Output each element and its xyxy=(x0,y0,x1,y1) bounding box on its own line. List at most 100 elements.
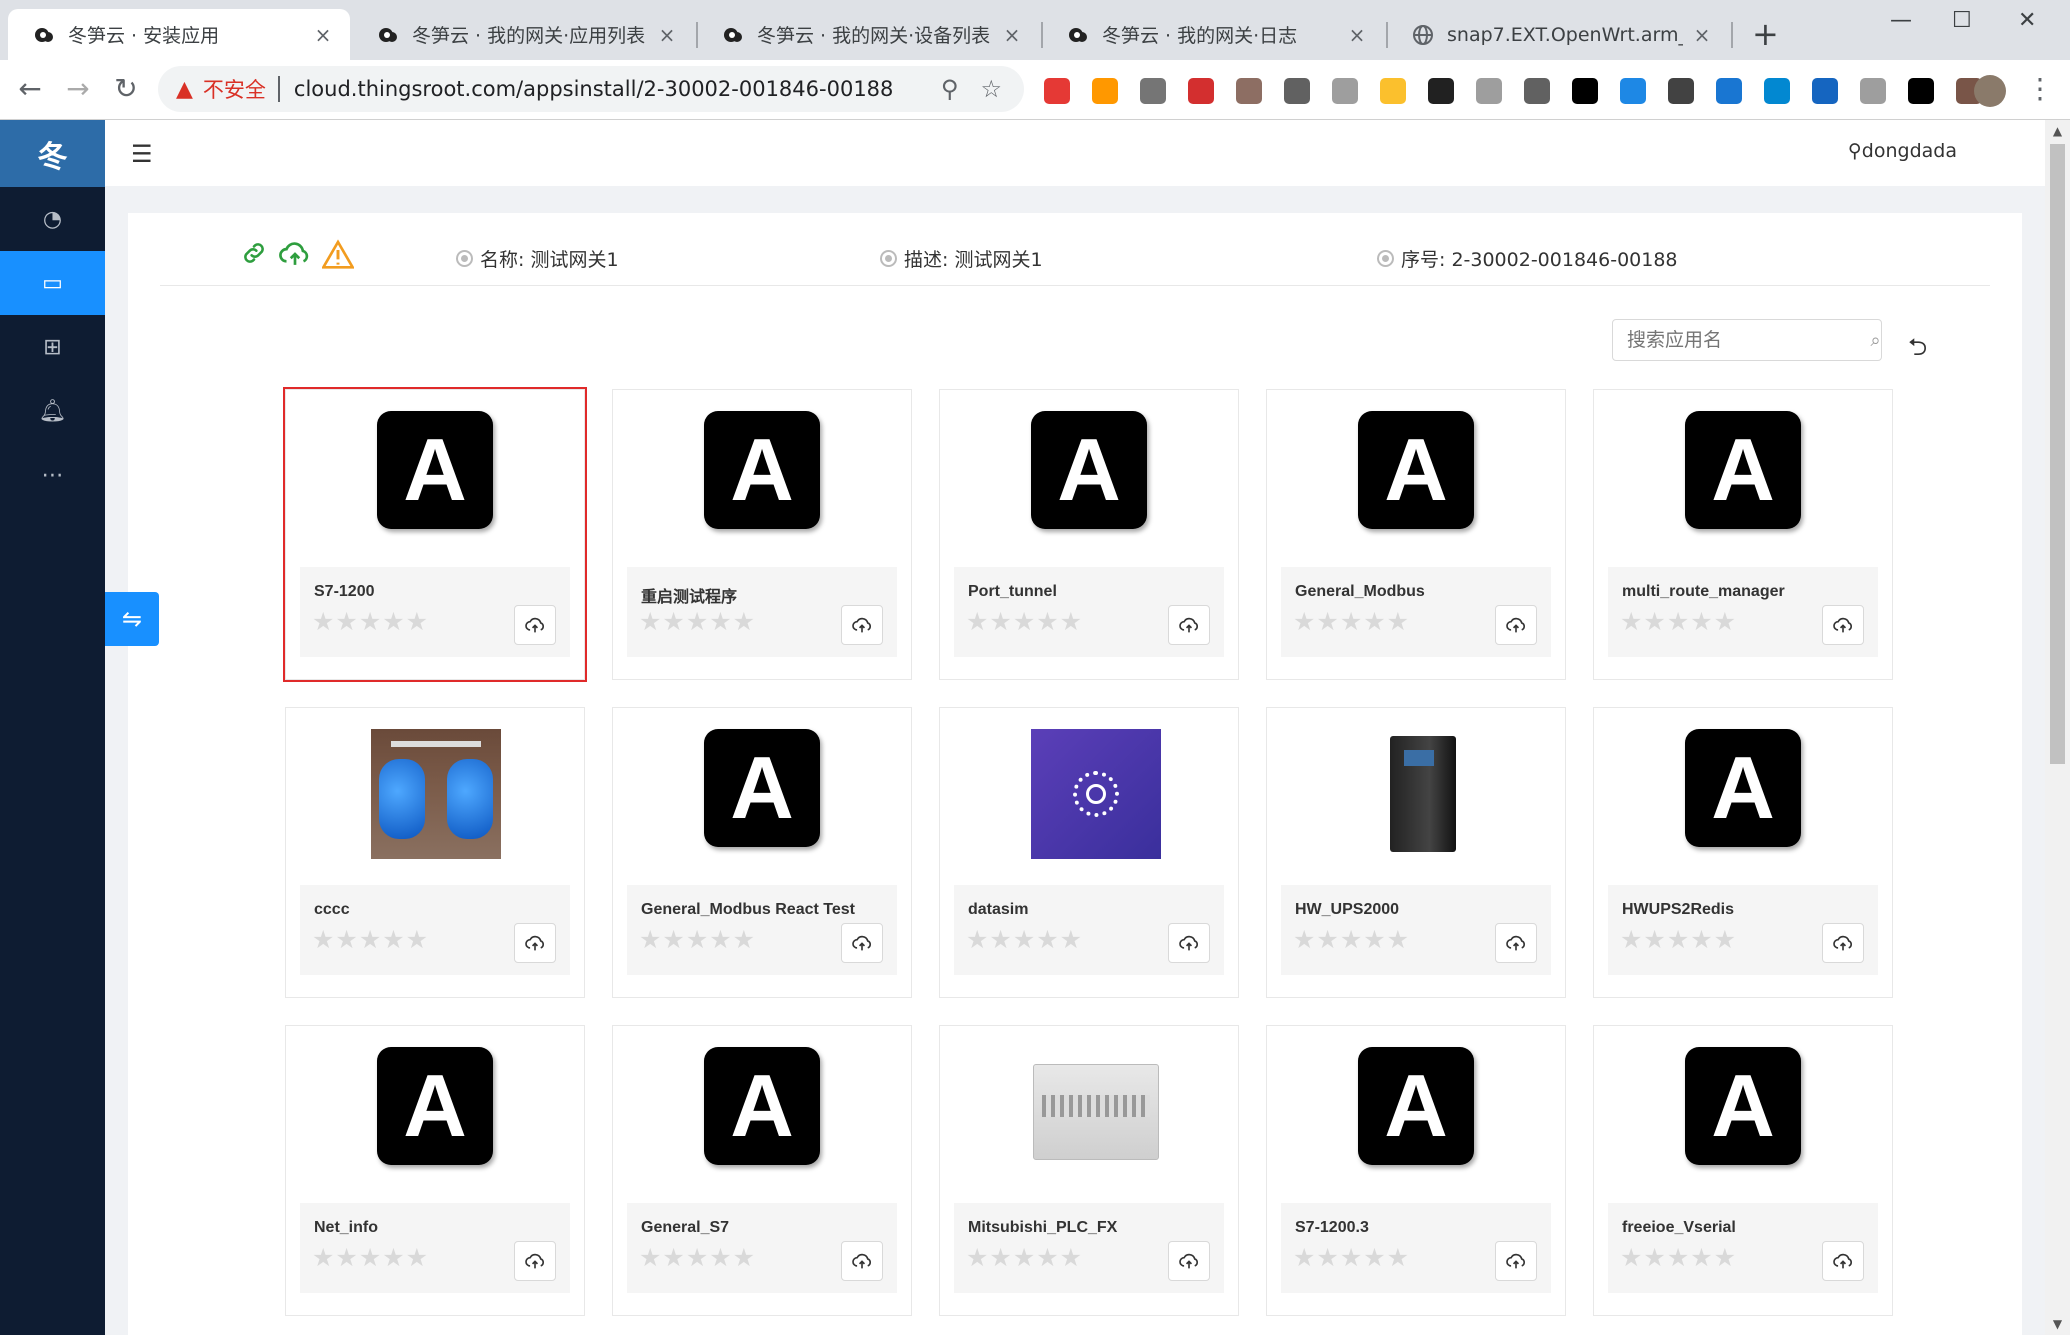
tab-close-icon[interactable]: × xyxy=(312,23,334,47)
extension-icon[interactable] xyxy=(1476,78,1502,104)
app-image[interactable]: A xyxy=(704,729,822,847)
app-name[interactable]: datasim xyxy=(968,901,1028,919)
app-name[interactable]: 重启测试程序 xyxy=(641,583,737,607)
window-close-button[interactable]: ✕ xyxy=(2018,8,2036,33)
app-image[interactable]: A xyxy=(1685,1047,1803,1165)
search-icon[interactable]: ⌕ xyxy=(1870,330,1881,351)
toggle-panel-button[interactable]: ⇋ xyxy=(105,592,159,646)
new-tab-button[interactable]: + xyxy=(1752,18,1779,50)
app-card[interactable]: Afreeioe_Vserial ★★★★★ xyxy=(1593,1025,1893,1316)
app-name[interactable]: S7-1200 xyxy=(314,583,375,601)
app-card[interactable]: Mitsubishi_PLC_FX ★★★★★ xyxy=(939,1025,1239,1316)
extension-icon[interactable] xyxy=(1716,78,1742,104)
window-maximize-button[interactable]: ☐ xyxy=(1952,8,1972,33)
sidebar-item-messages[interactable]: ⋯ xyxy=(0,443,105,507)
extension-icon[interactable] xyxy=(1284,78,1310,104)
app-name[interactable]: freeioe_Vserial xyxy=(1622,1219,1736,1237)
scroll-down-arrow[interactable]: ▼ xyxy=(2045,1317,2070,1331)
app-name[interactable]: General_Modbus React Test xyxy=(641,901,855,919)
extension-icon[interactable] xyxy=(1236,78,1262,104)
install-button[interactable] xyxy=(1822,605,1864,645)
address-bar[interactable]: ▲ 不安全 cloud.thingsroot.com/appsinstall/2… xyxy=(158,66,1024,112)
app-card[interactable]: A General_Modbus ★★★★★ xyxy=(1266,389,1566,680)
install-button[interactable] xyxy=(841,1241,883,1281)
app-image[interactable]: A xyxy=(1358,1047,1476,1165)
scrollbar-thumb[interactable] xyxy=(2050,144,2065,764)
browser-tab-device-list[interactable]: 冬笋云 · 我的网关·设备列表 × xyxy=(697,9,1039,60)
install-button[interactable] xyxy=(1822,1241,1864,1281)
app-card[interactable]: A General_Modbus React Test ★★★★★ xyxy=(612,707,912,998)
app-card[interactable]: A S7-1200 ★★★★★ xyxy=(283,387,587,682)
extension-icon[interactable] xyxy=(1620,78,1646,104)
app-image[interactable]: A xyxy=(1685,729,1803,847)
app-card[interactable]: A 重启测试程序 ★★★★★ xyxy=(612,389,912,680)
browser-tab-install-app[interactable]: 冬笋云 · 安装应用 × xyxy=(8,9,350,60)
extension-icon[interactable] xyxy=(1092,78,1118,104)
extension-icon[interactable] xyxy=(1140,78,1166,104)
extension-icon[interactable] xyxy=(1812,78,1838,104)
security-label[interactable]: 不安全 xyxy=(203,74,266,104)
app-card[interactable]: A General_S7 ★★★★★ xyxy=(612,1025,912,1316)
app-image[interactable]: A xyxy=(1031,411,1149,529)
app-name[interactable]: General_S7 xyxy=(641,1219,729,1237)
install-button[interactable] xyxy=(514,1241,556,1281)
search-input[interactable] xyxy=(1627,329,1870,351)
extension-icon[interactable] xyxy=(1572,78,1598,104)
app-name[interactable]: cccc xyxy=(314,901,350,919)
app-image[interactable] xyxy=(371,729,501,859)
extension-icon[interactable] xyxy=(1380,78,1406,104)
install-button[interactable] xyxy=(1495,923,1537,963)
app-card[interactable]: A Net_info ★★★★★ xyxy=(285,1025,585,1316)
install-button[interactable] xyxy=(1495,605,1537,645)
extension-icon[interactable] xyxy=(1332,78,1358,104)
zoom-icon[interactable]: ⚲ xyxy=(941,75,959,103)
menu-collapse-icon[interactable]: ☰ xyxy=(131,140,153,168)
app-card[interactable]: A HWUPS2Redis ★★★★★ xyxy=(1593,707,1893,998)
extension-icon[interactable] xyxy=(1764,78,1790,104)
install-button[interactable] xyxy=(1495,1241,1537,1281)
window-minimize-button[interactable]: — xyxy=(1890,8,1912,33)
forward-button[interactable]: → xyxy=(60,72,96,105)
app-image[interactable]: A xyxy=(704,1047,822,1165)
tab-close-icon[interactable]: × xyxy=(1691,23,1713,47)
app-name[interactable]: HW_UPS2000 xyxy=(1295,901,1399,919)
app-image[interactable] xyxy=(1031,1047,1159,1165)
reload-button[interactable]: ↻ xyxy=(108,72,144,105)
app-card[interactable]: A Port_tunnel ★★★★★ xyxy=(939,389,1239,680)
extension-icon[interactable] xyxy=(1668,78,1694,104)
app-card[interactable]: cccc ★★★★★ xyxy=(285,707,585,998)
user-menu[interactable]: ⚲dongdada xyxy=(1848,140,1957,162)
browser-tab-log[interactable]: 冬笋云 · 我的网关·日志 × xyxy=(1042,9,1384,60)
app-name[interactable]: General_Modbus xyxy=(1295,583,1425,601)
app-name[interactable]: S7-1200.3 xyxy=(1295,1219,1369,1237)
browser-tab-app-list[interactable]: 冬笋云 · 我的网关·应用列表 × xyxy=(352,9,694,60)
browser-menu-icon[interactable]: ⋮ xyxy=(2026,72,2054,105)
bookmark-star-icon[interactable]: ☆ xyxy=(980,75,1002,103)
app-name[interactable]: Mitsubishi_PLC_FX xyxy=(968,1219,1117,1237)
app-name[interactable]: Net_info xyxy=(314,1219,378,1237)
extension-icon[interactable] xyxy=(1860,78,1886,104)
app-card[interactable]: Amulti_route_manager ★★★★★ xyxy=(1593,389,1893,680)
app-logo[interactable]: 冬 xyxy=(0,120,105,187)
install-button[interactable] xyxy=(1168,923,1210,963)
tab-close-icon[interactable]: × xyxy=(1001,23,1023,47)
app-image[interactable]: A xyxy=(377,1047,495,1165)
extension-icon[interactable] xyxy=(1908,78,1934,104)
install-button[interactable] xyxy=(1168,1241,1210,1281)
install-button[interactable] xyxy=(841,605,883,645)
app-image[interactable]: A xyxy=(1358,411,1476,529)
app-image[interactable]: A xyxy=(377,411,495,529)
url-text[interactable]: cloud.thingsroot.com/appsinstall/2-30002… xyxy=(294,77,941,101)
tab-close-icon[interactable]: × xyxy=(1346,23,1368,47)
app-card[interactable]: A S7-1200.3 ★★★★★ xyxy=(1266,1025,1566,1316)
extension-icon[interactable] xyxy=(1524,78,1550,104)
sidebar-item-gateways[interactable]: ▭ xyxy=(0,251,105,315)
app-image[interactable]: A xyxy=(1685,411,1803,529)
install-button[interactable] xyxy=(514,923,556,963)
install-button[interactable] xyxy=(514,605,556,645)
tab-close-icon[interactable]: × xyxy=(656,23,678,47)
page-scrollbar[interactable]: ▲ ▼ xyxy=(2045,120,2070,1335)
app-name[interactable]: multi_route_manager xyxy=(1622,583,1785,601)
install-button[interactable] xyxy=(841,923,883,963)
sidebar-item-apps[interactable]: ⊞ xyxy=(0,315,105,379)
